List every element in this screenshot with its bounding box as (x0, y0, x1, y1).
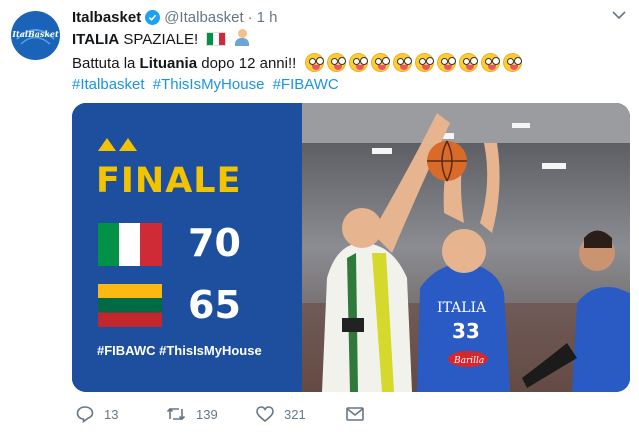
jersey-number: 33 (452, 319, 480, 343)
crazy-face-emoji-icon (436, 53, 456, 72)
sponsor-text: Barilla (453, 356, 484, 366)
italy-flag-emoji-icon (206, 32, 227, 46)
crazy-face-emoji-icon (480, 53, 500, 72)
reply-count: 13 (104, 406, 119, 422)
person-emoji-icon (234, 29, 250, 47)
envelope-icon (346, 407, 364, 421)
tweet-actions: 13 139 321 (76, 405, 436, 423)
italy-flag (98, 223, 162, 266)
tweet-media-image[interactable]: ITALIA 33 Barilla FINALE 70 65 #FIBAWC #… (72, 103, 630, 392)
lithuania-flag (98, 284, 162, 327)
retweet-button[interactable]: 139 (166, 406, 256, 422)
tweet-text-line-1: ITALIA SPAZIALE! (72, 29, 250, 50)
crown-logo-icon (98, 138, 137, 151)
tweet-header: Italbasket @Italbasket · 1 h (72, 9, 278, 26)
author-name[interactable]: Italbasket (72, 9, 141, 26)
reply-button[interactable]: 13 (76, 405, 166, 423)
retweet-icon (166, 407, 186, 421)
tweet-time[interactable]: 1 h (257, 9, 278, 26)
italy-score: 70 (188, 221, 241, 265)
avatar-logo-text: ItalBasket (12, 29, 59, 39)
avatar[interactable]: ItalBasket (11, 11, 60, 60)
jersey-text: ITALIA (437, 300, 487, 316)
score-panel: FINALE 70 65 #FIBAWC #ThisIsMyHouse (72, 103, 302, 392)
retweet-count: 139 (196, 406, 218, 422)
finale-heading: FINALE (96, 161, 242, 201)
tweet-hashtags: #Italbasket #ThisIsMyHouse #FIBAWC (72, 75, 343, 95)
crazy-face-emoji-icon (414, 53, 434, 72)
panel-hashtags: #FIBAWC #ThisIsMyHouse (97, 343, 262, 358)
crazy-face-emoji-icon (458, 53, 478, 72)
text-italia: ITALIA (72, 31, 120, 48)
hashtag-fibawc[interactable]: #FIBAWC (273, 76, 339, 93)
like-button[interactable]: 321 (256, 406, 346, 422)
author-handle[interactable]: @Italbasket (164, 9, 243, 26)
crazy-face-emoji-row (304, 53, 525, 72)
crazy-face-emoji-icon (348, 53, 368, 72)
direct-message-button[interactable] (346, 407, 436, 421)
hashtag-thisismyhouse[interactable]: #ThisIsMyHouse (153, 76, 265, 93)
text-lituania: Lituania (139, 55, 198, 72)
crazy-face-emoji-icon (326, 53, 346, 72)
lithuania-score: 65 (188, 283, 241, 327)
crazy-face-emoji-icon (370, 53, 390, 72)
crazy-face-emoji-icon (502, 53, 522, 72)
reply-icon (76, 406, 94, 423)
verified-badge-icon (145, 10, 161, 25)
text-spaziale: SPAZIALE! (119, 31, 199, 48)
chevron-down-icon[interactable] (612, 10, 626, 20)
tweet-text-line-2: Battuta la Lituania dopo 12 anni!! (72, 53, 525, 74)
crazy-face-emoji-icon (304, 53, 324, 72)
like-count: 321 (284, 406, 306, 422)
text-battuta: Battuta la (72, 55, 140, 72)
separator-dot: · (247, 9, 253, 26)
crazy-face-emoji-icon (392, 53, 412, 72)
hashtag-italbasket[interactable]: #Italbasket (72, 76, 145, 93)
text-dopo: dopo 12 anni!! (197, 55, 297, 72)
heart-icon (256, 406, 274, 422)
